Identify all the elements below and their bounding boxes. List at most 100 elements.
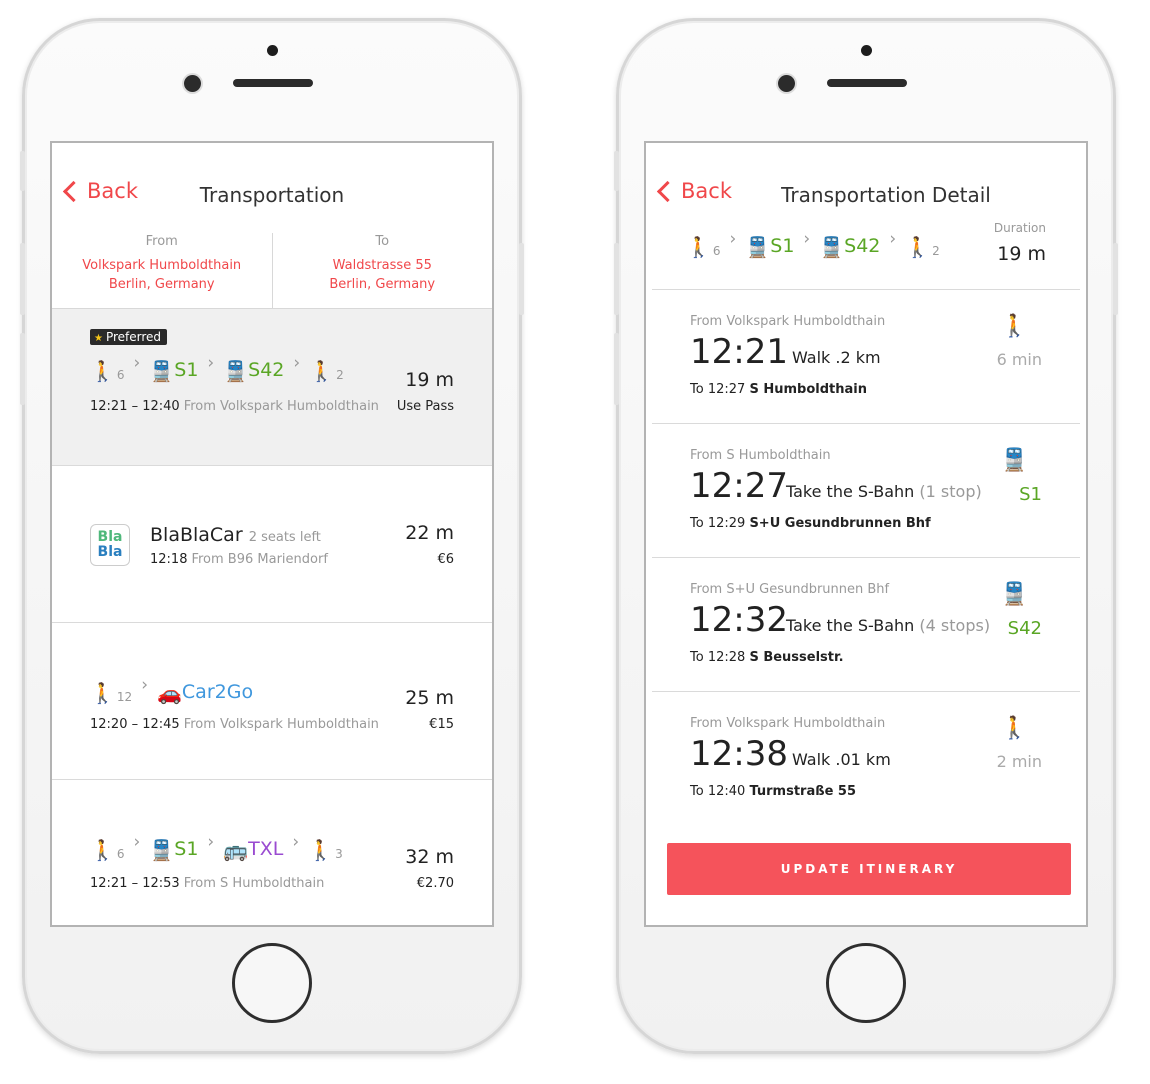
route-summary: 🚶 6 › 🚆 S1 › 🚆 S42 › 🚶 2 Duration 19 m	[652, 221, 1080, 290]
power-button	[1113, 243, 1118, 315]
page-title: Transportation	[199, 183, 345, 207]
train-icon: 🚆	[819, 235, 845, 259]
line-label: S1	[770, 235, 795, 257]
to-location[interactable]: To Waldstrasse 55 Berlin, Germany	[273, 233, 493, 308]
step-action: Take the S-Bahn (4 stops)	[786, 616, 991, 635]
route-duration: 22 m	[405, 522, 454, 544]
volume-up-button	[20, 243, 25, 315]
line-label: S42	[844, 235, 881, 257]
blablacar-logo: Bla Bla	[90, 524, 130, 566]
walk-minutes: 6	[712, 244, 721, 258]
step-to: To 12:27 S Humboldthain	[690, 382, 867, 397]
earpiece-speaker	[827, 79, 907, 87]
chevron-right-icon: ›	[803, 229, 811, 249]
route-time: 12:20 – 12:45 From Volkspark Humboldthain	[90, 717, 379, 732]
step-from: From S Humboldthain	[690, 448, 831, 463]
step-duration: 6 min	[996, 350, 1042, 369]
route-price: Use Pass	[396, 399, 454, 414]
line-label: S42	[248, 359, 285, 381]
earpiece-speaker	[233, 79, 313, 87]
walk-minutes: 6	[116, 847, 125, 861]
route-segments: 🚶 6 › 🚆 S1 › 🚆 S42 › 🚶 2	[90, 353, 344, 383]
chevron-right-icon: ›	[133, 353, 141, 373]
route-duration: 25 m	[405, 687, 454, 709]
walk-icon: 🚶	[686, 235, 711, 259]
page-title: Transportation Detail	[781, 183, 991, 207]
screen-transportation: Back Transportation From Volkspark Humbo…	[50, 141, 494, 927]
chevron-right-icon: ›	[729, 229, 737, 249]
from-city: Berlin, Germany	[108, 277, 215, 292]
from-label: From	[145, 234, 178, 249]
volume-up-button	[614, 243, 619, 315]
chevron-right-icon: ›	[207, 353, 215, 373]
step-action: Take the S-Bahn (1 stop)	[786, 482, 982, 501]
route-segments: 🚶 6 › 🚆 S1 › 🚆 S42 › 🚶 2	[686, 229, 940, 259]
power-button	[519, 243, 524, 315]
from-location[interactable]: From Volkspark Humboldthain Berlin, Germ…	[52, 233, 273, 308]
route-option-car2go[interactable]: 🚶 12 › 🚗 Car2Go 12:20 – 12:45 From Volkspar…	[52, 623, 492, 780]
bus-icon: 🚌	[223, 838, 249, 862]
mute-switch	[20, 151, 25, 191]
chevron-right-icon: ›	[293, 353, 301, 373]
itinerary-step-sbahn-s1: From S Humboldthain 12:27 Take the S-Bah…	[652, 424, 1080, 558]
proximity-sensor	[861, 45, 872, 56]
step-to: To 12:28 S Beusselstr.	[690, 650, 844, 665]
step-time: 12:32	[690, 600, 788, 640]
proximity-sensor	[267, 45, 278, 56]
step-time: 12:21	[690, 332, 788, 372]
nav-bar: Back Transportation Detail	[646, 143, 1086, 233]
screen-transportation-detail: Back Transportation Detail 🚶 6 › 🚆 S1 › 🚆 S…	[644, 141, 1088, 927]
walk-icon: 🚶	[90, 681, 115, 705]
route-segments: 🚶 6 › 🚆 S1 › 🚌 TXL › 🚶 3	[90, 832, 343, 862]
walk-icon: 🚶	[1000, 716, 1028, 741]
step-line: S1	[1019, 484, 1042, 505]
step-time: 12:27	[690, 466, 788, 506]
train-icon: 🚆	[1000, 582, 1028, 607]
train-icon: 🚆	[745, 235, 771, 259]
route-time: 12:21 – 12:40 From Volkspark Humboldthain	[90, 399, 379, 414]
walk-minutes: 6	[116, 368, 125, 382]
provider-name: Car2Go	[181, 681, 254, 703]
step-from: From Volkspark Humboldthain	[690, 716, 886, 731]
line-label: TXL	[248, 838, 284, 860]
duration-label: Duration	[993, 221, 1046, 235]
walk-minutes: 2	[336, 368, 344, 382]
walk-minutes: 12	[116, 690, 133, 704]
car-icon: 🚗	[157, 681, 182, 705]
walk-icon: 🚶	[90, 359, 115, 383]
train-icon: 🚆	[1000, 448, 1028, 473]
step-from: From S+U Gesundbrunnen Bhf	[690, 582, 890, 597]
chevron-right-icon: ›	[292, 832, 300, 852]
route-price: €15	[429, 717, 454, 732]
walk-icon: 🚶	[90, 838, 115, 862]
route-time: 12:21 – 12:53 From S Humboldthain	[90, 876, 325, 891]
chevron-right-icon: ›	[133, 832, 141, 852]
step-to: To 12:40 Turmstraße 55	[690, 784, 857, 799]
home-button[interactable]	[232, 943, 312, 1023]
route-option-preferred[interactable]: ★ Preferred 🚶 6 › 🚆 S1 › 🚆 S42 › 🚶 2 12:21 – …	[52, 309, 492, 466]
route-option-blablacar[interactable]: Bla Bla BlaBlaCar 2 seats left 12:18 From …	[52, 466, 492, 623]
route-time: 12:18 From B96 Mariendorf	[150, 552, 328, 567]
itinerary-step-walk: From Volkspark Humboldthain 12:21 Walk .…	[652, 290, 1080, 424]
front-camera	[778, 75, 795, 92]
step-action: Walk .01 km	[792, 750, 891, 769]
walk-minutes: 3	[335, 847, 343, 861]
step-duration: 2 min	[996, 752, 1042, 771]
route-option-txl[interactable]: 🚶 6 › 🚆 S1 › 🚌 TXL › 🚶 3 12:21 – 12:53 From S…	[52, 780, 492, 925]
provider-name: BlaBlaCar 2 seats left	[150, 524, 321, 546]
line-label: S1	[174, 838, 199, 860]
step-from: From Volkspark Humboldthain	[690, 314, 886, 329]
volume-down-button	[614, 333, 619, 405]
chevron-right-icon: ›	[207, 832, 215, 852]
itinerary-step-sbahn-s42: From S+U Gesundbrunnen Bhf 12:32 Take th…	[652, 558, 1080, 692]
from-place: Volkspark Humboldthain	[82, 258, 242, 273]
route-duration: 32 m	[405, 846, 454, 868]
home-button[interactable]	[826, 943, 906, 1023]
train-icon: 🚆	[149, 838, 175, 862]
to-label: To	[375, 234, 390, 249]
mute-switch	[614, 151, 619, 191]
route-price: €6	[437, 552, 454, 567]
nav-bar: Back Transportation	[52, 143, 492, 233]
walk-icon: 🚶	[309, 359, 335, 383]
update-itinerary-button[interactable]: UPDATE ITINERARY	[667, 843, 1071, 895]
